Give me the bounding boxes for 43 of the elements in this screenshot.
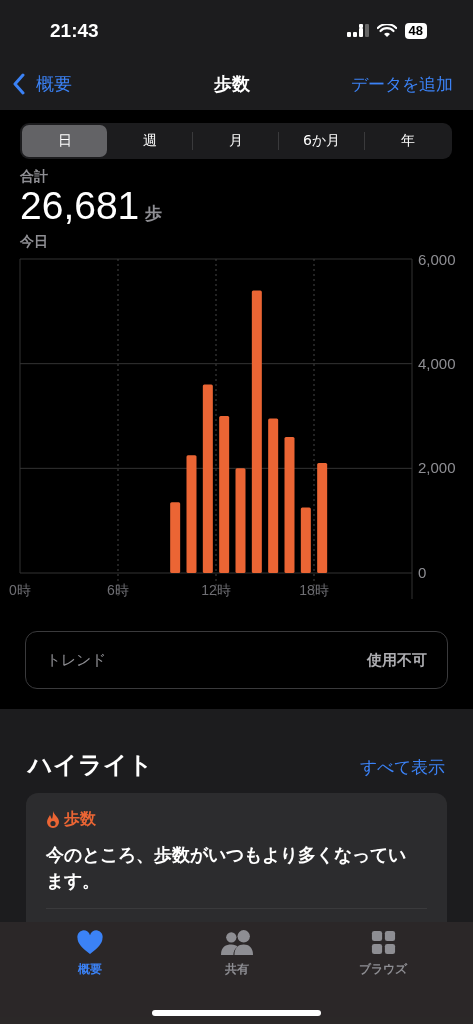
show-all-link[interactable]: すべて表示	[360, 756, 445, 779]
period-label: 今日	[20, 233, 49, 251]
y-axis-label: 4,000	[418, 354, 456, 372]
x-axis-label: 6時	[107, 582, 129, 598]
y-axis-label: 0	[418, 564, 427, 581]
period-tab[interactable]: 6か月	[278, 132, 364, 150]
x-axis-label: 0時	[9, 582, 31, 598]
grid-icon	[369, 930, 397, 955]
screen-title: 歩数	[213, 72, 250, 96]
tab-bar-item[interactable]: 概要	[50, 922, 130, 978]
status-time: 21:43	[50, 20, 99, 42]
add-data-link[interactable]: データを追加	[351, 72, 453, 96]
y-axis-label: 6,000	[418, 253, 456, 268]
trend-row[interactable]: トレンド 使用不可	[25, 631, 448, 689]
y-axis-label: 2,000	[418, 459, 456, 477]
wifi-icon	[376, 24, 397, 38]
period-tab[interactable]: 月	[192, 132, 278, 150]
period-tab[interactable]: 週	[107, 125, 192, 157]
tab-bar-item[interactable]: ブラウズ	[343, 922, 423, 978]
x-axis-label: 18時	[299, 582, 329, 598]
people-icon	[220, 930, 253, 955]
heart-icon	[75, 930, 105, 955]
highlight-text: 今のところ、歩数がいつもより多くなっています。	[46, 843, 407, 893]
trend-label: トレンド	[46, 650, 106, 670]
tab-bar-item[interactable]: 共有	[196, 922, 277, 978]
chevron-left-icon	[12, 73, 26, 95]
step-bar	[300, 507, 311, 573]
x-axis-label: 12時	[201, 582, 231, 598]
total-steps: 26,681	[20, 186, 140, 226]
signal-icon	[346, 24, 369, 38]
highlight-category: 歩数	[64, 809, 96, 830]
flame-icon	[46, 810, 60, 829]
period-tab[interactable]: 年	[364, 132, 450, 150]
back-link[interactable]: 概要	[12, 72, 72, 96]
battery-indicator: 48	[404, 23, 427, 39]
unit-label: 歩	[145, 202, 163, 225]
trend-value: 使用不可	[367, 650, 427, 670]
period-tab[interactable]: 日	[22, 125, 107, 157]
step-bar	[170, 502, 181, 573]
highlight-card[interactable]: 歩数 今のところ、歩数がいつもより多くなっています。	[26, 793, 447, 922]
total-label: 合計	[20, 168, 49, 186]
section-title: ハイライト	[28, 750, 153, 781]
back-label: 概要	[36, 72, 72, 96]
